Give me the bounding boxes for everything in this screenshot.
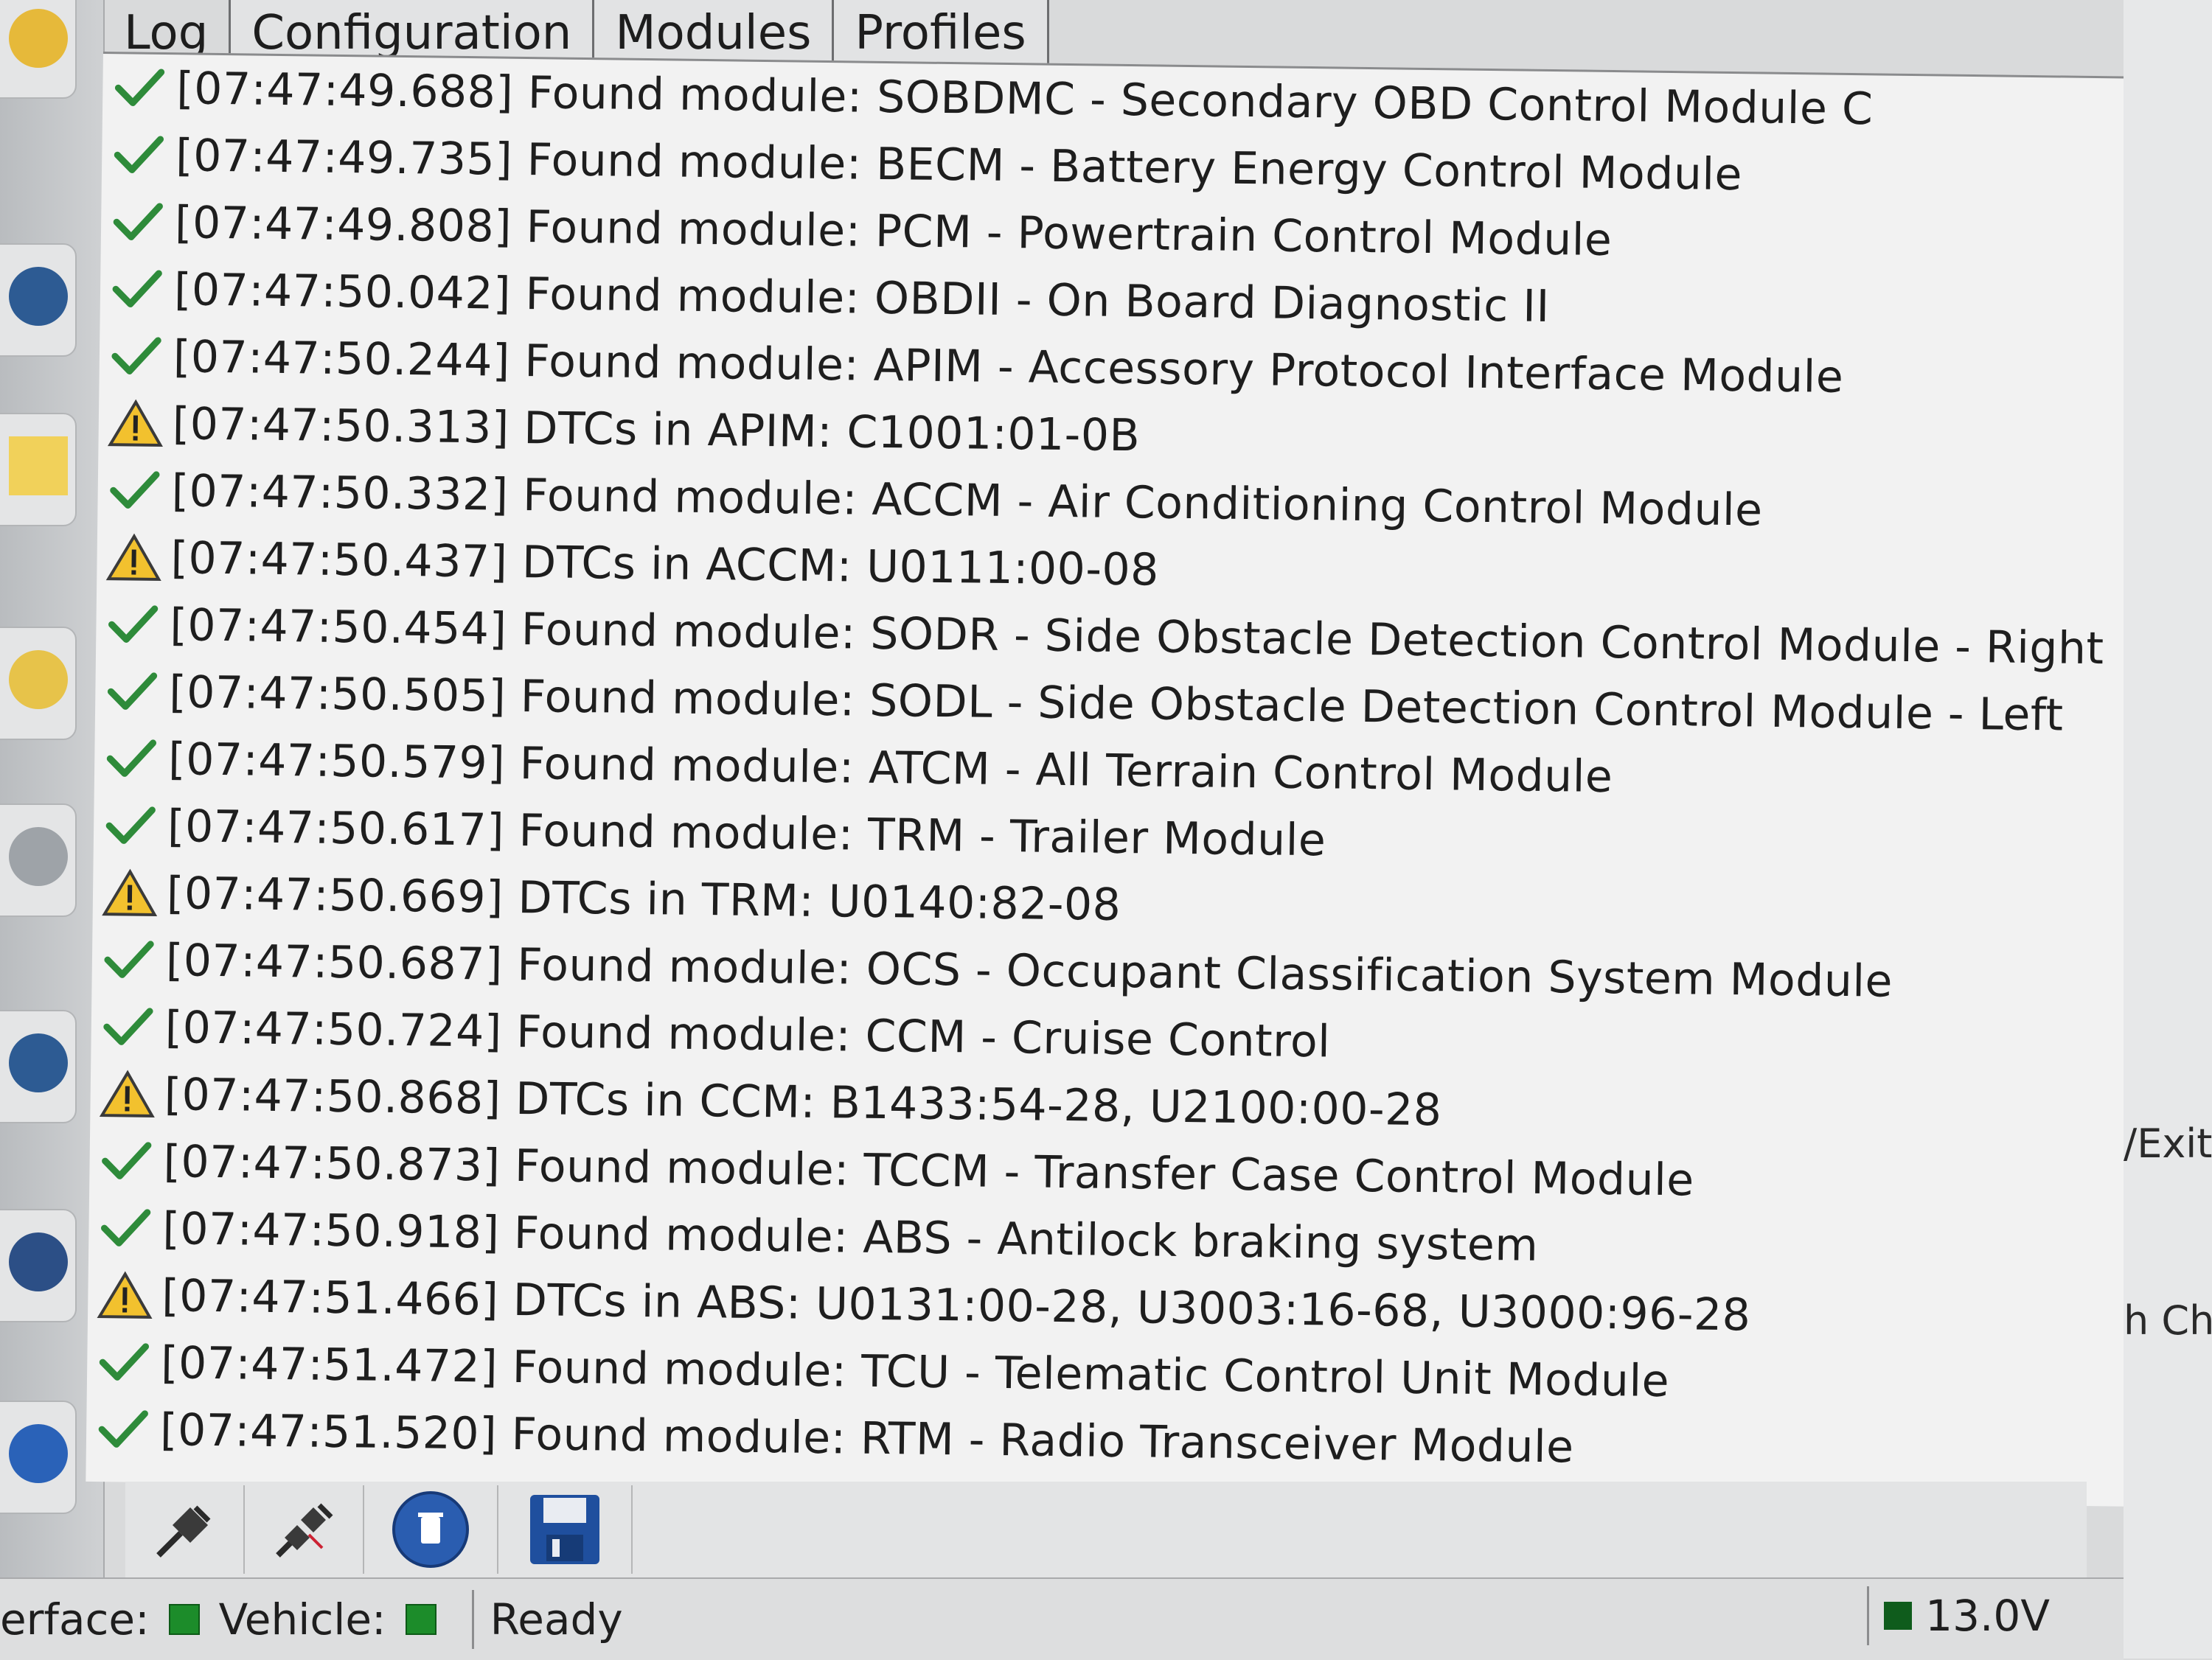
disconnect-icon xyxy=(271,1496,337,1563)
toolbar xyxy=(125,1482,2087,1577)
log-text: [07:47:50.918] Found module: ABS - Antil… xyxy=(162,1203,1539,1272)
disconnect-button[interactable] xyxy=(245,1485,364,1574)
check-icon xyxy=(87,1336,161,1388)
check-icon xyxy=(101,195,175,248)
log-text: [07:47:50.244] Found module: APIM - Acce… xyxy=(173,331,1844,403)
save-icon xyxy=(524,1489,605,1570)
log-text: [07:47:50.724] Found module: CCM - Cruis… xyxy=(164,1002,1330,1067)
help-icon[interactable] xyxy=(0,1401,77,1514)
tab-profiles[interactable]: Profiles xyxy=(834,0,1048,70)
check-icon xyxy=(95,665,170,717)
check-icon xyxy=(102,61,177,114)
log-text: [07:47:50.579] Found module: ATCM - All … xyxy=(168,733,1613,803)
log-text: [07:47:49.688] Found module: SOBDMC - Se… xyxy=(176,63,1874,135)
log-list: [07:47:49.688] Found module: SOBDMC - Se… xyxy=(86,54,2028,1486)
interface-status-led xyxy=(169,1604,200,1635)
log-text: [07:47:51.520] Found module: RTM - Radio… xyxy=(160,1404,1574,1473)
log-text: [07:47:50.617] Found module: TRM - Trail… xyxy=(167,801,1326,866)
check-icon xyxy=(102,128,176,181)
check-icon xyxy=(92,933,167,986)
log-text: [07:47:51.472] Found module: TCU - Telem… xyxy=(161,1337,1670,1407)
background-window: /Exit ( h Chan xyxy=(2124,0,2212,1659)
oscilloscope-icon[interactable] xyxy=(0,243,77,357)
log-text: [07:47:50.437] DTCs in ACCM: U0111:00-08 xyxy=(170,532,1159,596)
check-icon xyxy=(96,598,170,650)
check-icon xyxy=(88,1202,163,1254)
voltage-readout: 13.0V xyxy=(1867,1586,2065,1645)
check-icon xyxy=(94,799,168,851)
log-text: [07:47:50.873] Found module: TCCM - Tran… xyxy=(163,1136,1694,1206)
log-text: [07:47:50.042] Found module: OBDII - On … xyxy=(174,264,1550,332)
chip-icon[interactable] xyxy=(0,1010,77,1123)
log-text: [07:47:51.466] DTCs in ABS: U0131:00-28,… xyxy=(161,1270,1751,1341)
status-bar: erface: Vehicle: Ready 13.0V xyxy=(0,1577,2124,1660)
check-icon xyxy=(100,262,175,315)
warning-icon[interactable] xyxy=(0,413,77,526)
wrench-icon[interactable] xyxy=(0,803,77,917)
log-panel: [07:47:49.688] Found module: SOBDMC - Se… xyxy=(86,52,2152,1507)
info-icon[interactable] xyxy=(0,0,77,99)
check-icon xyxy=(94,732,169,784)
log-text: [07:47:50.868] DTCs in CCM: B1433:54-28,… xyxy=(164,1069,1442,1136)
check-icon xyxy=(86,1403,161,1455)
status-text: Ready xyxy=(490,1594,623,1645)
warning-icon xyxy=(98,397,173,449)
gear-icon[interactable] xyxy=(0,1209,77,1322)
check-icon xyxy=(100,329,174,382)
log-text: [07:47:49.735] Found module: BECM - Batt… xyxy=(175,130,1743,200)
save-button[interactable] xyxy=(498,1485,633,1574)
warning-icon xyxy=(93,866,167,918)
warning-icon xyxy=(90,1067,164,1120)
clear-dtc-button[interactable] xyxy=(364,1485,498,1574)
battery-led xyxy=(1884,1602,1912,1630)
connect-icon xyxy=(151,1496,218,1563)
log-text: [07:47:50.669] DTCs in TRM: U0140:82-08 xyxy=(167,868,1121,931)
warning-icon xyxy=(88,1269,162,1321)
check-icon xyxy=(97,464,172,516)
check-icon xyxy=(91,1000,165,1053)
log-text: [07:47:50.332] Found module: ACCM - Air … xyxy=(171,465,1763,536)
connect-button[interactable] xyxy=(125,1485,245,1574)
voltage-value: 13.0V xyxy=(1925,1591,2050,1641)
check-icon xyxy=(89,1134,164,1187)
exit-label[interactable]: /Exit ( xyxy=(2124,1120,2212,1167)
pencil-icon[interactable] xyxy=(0,627,77,740)
warning-icon xyxy=(97,531,171,583)
divider xyxy=(472,1590,474,1649)
vehicle-label: Vehicle: xyxy=(219,1594,386,1645)
vehicle-status-led xyxy=(406,1604,437,1635)
interface-label: erface: xyxy=(0,1594,150,1645)
log-text: [07:47:50.313] DTCs in APIM: C1001:01-0B xyxy=(172,398,1140,461)
clear-dtc-icon xyxy=(390,1489,471,1570)
chan-label[interactable]: h Chan xyxy=(2124,1297,2212,1344)
log-text: [07:47:49.808] Found module: PCM - Power… xyxy=(175,197,1613,266)
